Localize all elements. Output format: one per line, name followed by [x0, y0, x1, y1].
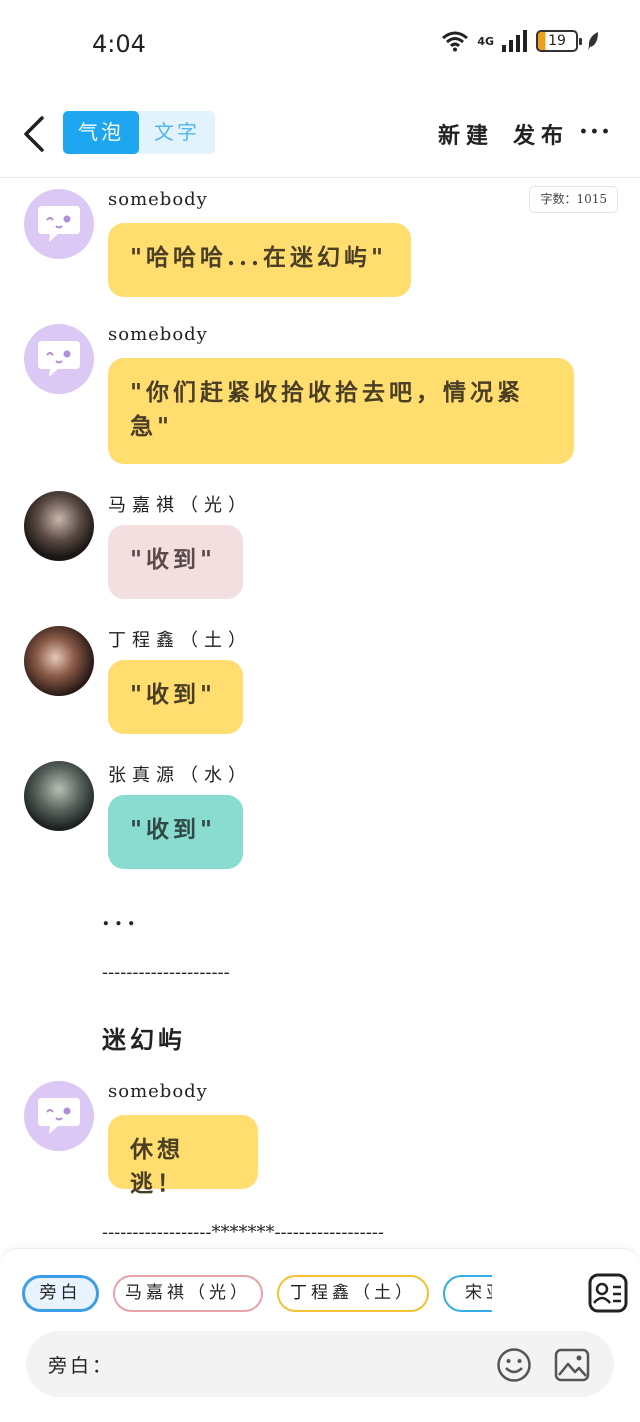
leaf-icon	[588, 32, 598, 50]
message-bubble[interactable]: "收到"	[108, 660, 243, 734]
tab-text[interactable]: 文字	[139, 111, 215, 154]
role-chip-list: 旁白马嘉祺（光） 丁程鑫（土） 宋亚	[22, 1275, 492, 1313]
chat-message: 张真源（水） "收到"	[24, 761, 624, 871]
default-avatar[interactable]	[24, 1081, 94, 1151]
chat-message: 丁程鑫（土） "收到"	[24, 626, 624, 736]
emoji-icon[interactable]	[496, 1347, 532, 1383]
chat-message: somebody 休想逃！	[24, 1081, 624, 1197]
message-bubble[interactable]: "收到"	[108, 795, 243, 869]
input-role-label: 旁白：	[48, 1355, 115, 1377]
chat-bubble-face-icon	[38, 206, 80, 242]
role-chip-narrator[interactable]: 旁白	[22, 1275, 99, 1312]
new-button[interactable]: 新建	[438, 118, 494, 150]
sender-name: 马嘉祺（光）	[108, 495, 252, 516]
battery-icon: 19	[536, 30, 582, 52]
status-time: 4:04	[92, 30, 146, 58]
wifi-icon	[442, 31, 469, 52]
message-bubble[interactable]: "收到"	[108, 525, 243, 599]
contact-card-icon[interactable]	[588, 1273, 628, 1313]
sender-name: 丁程鑫（土）	[108, 630, 252, 651]
sender-name: 张真源（水）	[108, 765, 252, 786]
chat-message: somebody "你们赶紧收拾收拾去吧，情况紧急"	[24, 324, 624, 469]
mode-toggle: 气泡 文字	[63, 111, 215, 154]
battery-level: 19	[548, 33, 566, 49]
message-bubble[interactable]: "你们赶紧收拾收拾去吧，情况紧急"	[108, 358, 574, 464]
narration-place[interactable]: 迷幻屿	[102, 1020, 186, 1055]
avatar-photo[interactable]	[24, 491, 94, 561]
status-bar: 4:04 4G 19	[0, 0, 640, 90]
message-bubble[interactable]: 休想逃！	[108, 1115, 258, 1197]
message-input[interactable]	[106, 1343, 486, 1385]
sender-name: somebody	[108, 1081, 208, 1102]
chat-bubble-face-icon	[38, 1098, 80, 1134]
back-arrow-icon[interactable]	[20, 114, 48, 154]
default-avatar[interactable]	[24, 324, 94, 394]
sender-name: somebody	[108, 189, 208, 210]
narration-separator[interactable]: ------------------*******---------------…	[102, 1222, 384, 1243]
default-avatar[interactable]	[24, 189, 94, 259]
message-bubble[interactable]: "哈哈哈...在迷幻屿"	[108, 223, 411, 297]
message-input-bar: 旁白：	[26, 1331, 614, 1397]
chat-bubble-face-icon	[38, 341, 80, 377]
composer-panel: 旁白马嘉祺（光） 丁程鑫（土） 宋亚 旁白：	[0, 1248, 640, 1422]
chat-message: 马嘉祺（光） "收到"	[24, 491, 624, 601]
narration-ellipsis[interactable]: ...	[102, 905, 140, 931]
header-divider	[0, 177, 640, 178]
chat-message: somebody "哈哈哈...在迷幻屿"	[24, 189, 624, 299]
avatar-photo[interactable]	[24, 761, 94, 831]
status-icons: 4G 19	[441, 30, 600, 52]
publish-button[interactable]: 发布	[513, 118, 569, 150]
role-chip-song-yaxuan[interactable]: 宋亚	[443, 1275, 492, 1312]
network-label: 4G	[477, 34, 494, 48]
role-chip-ding-chengxin[interactable]: 丁程鑫（土）	[277, 1275, 429, 1312]
avatar-photo[interactable]	[24, 626, 94, 696]
top-nav-bar: 气泡 文字 新建 发布 ···	[0, 100, 640, 168]
tab-bubble[interactable]: 气泡	[63, 111, 139, 154]
more-options-icon[interactable]: ···	[579, 119, 612, 145]
sender-name: somebody	[108, 324, 208, 345]
image-icon[interactable]	[554, 1347, 590, 1383]
role-chip-ma-jiaqi[interactable]: 马嘉祺（光）	[113, 1275, 263, 1312]
narration-dashes[interactable]: ---------------------	[102, 962, 230, 983]
signal-icon	[502, 30, 527, 52]
